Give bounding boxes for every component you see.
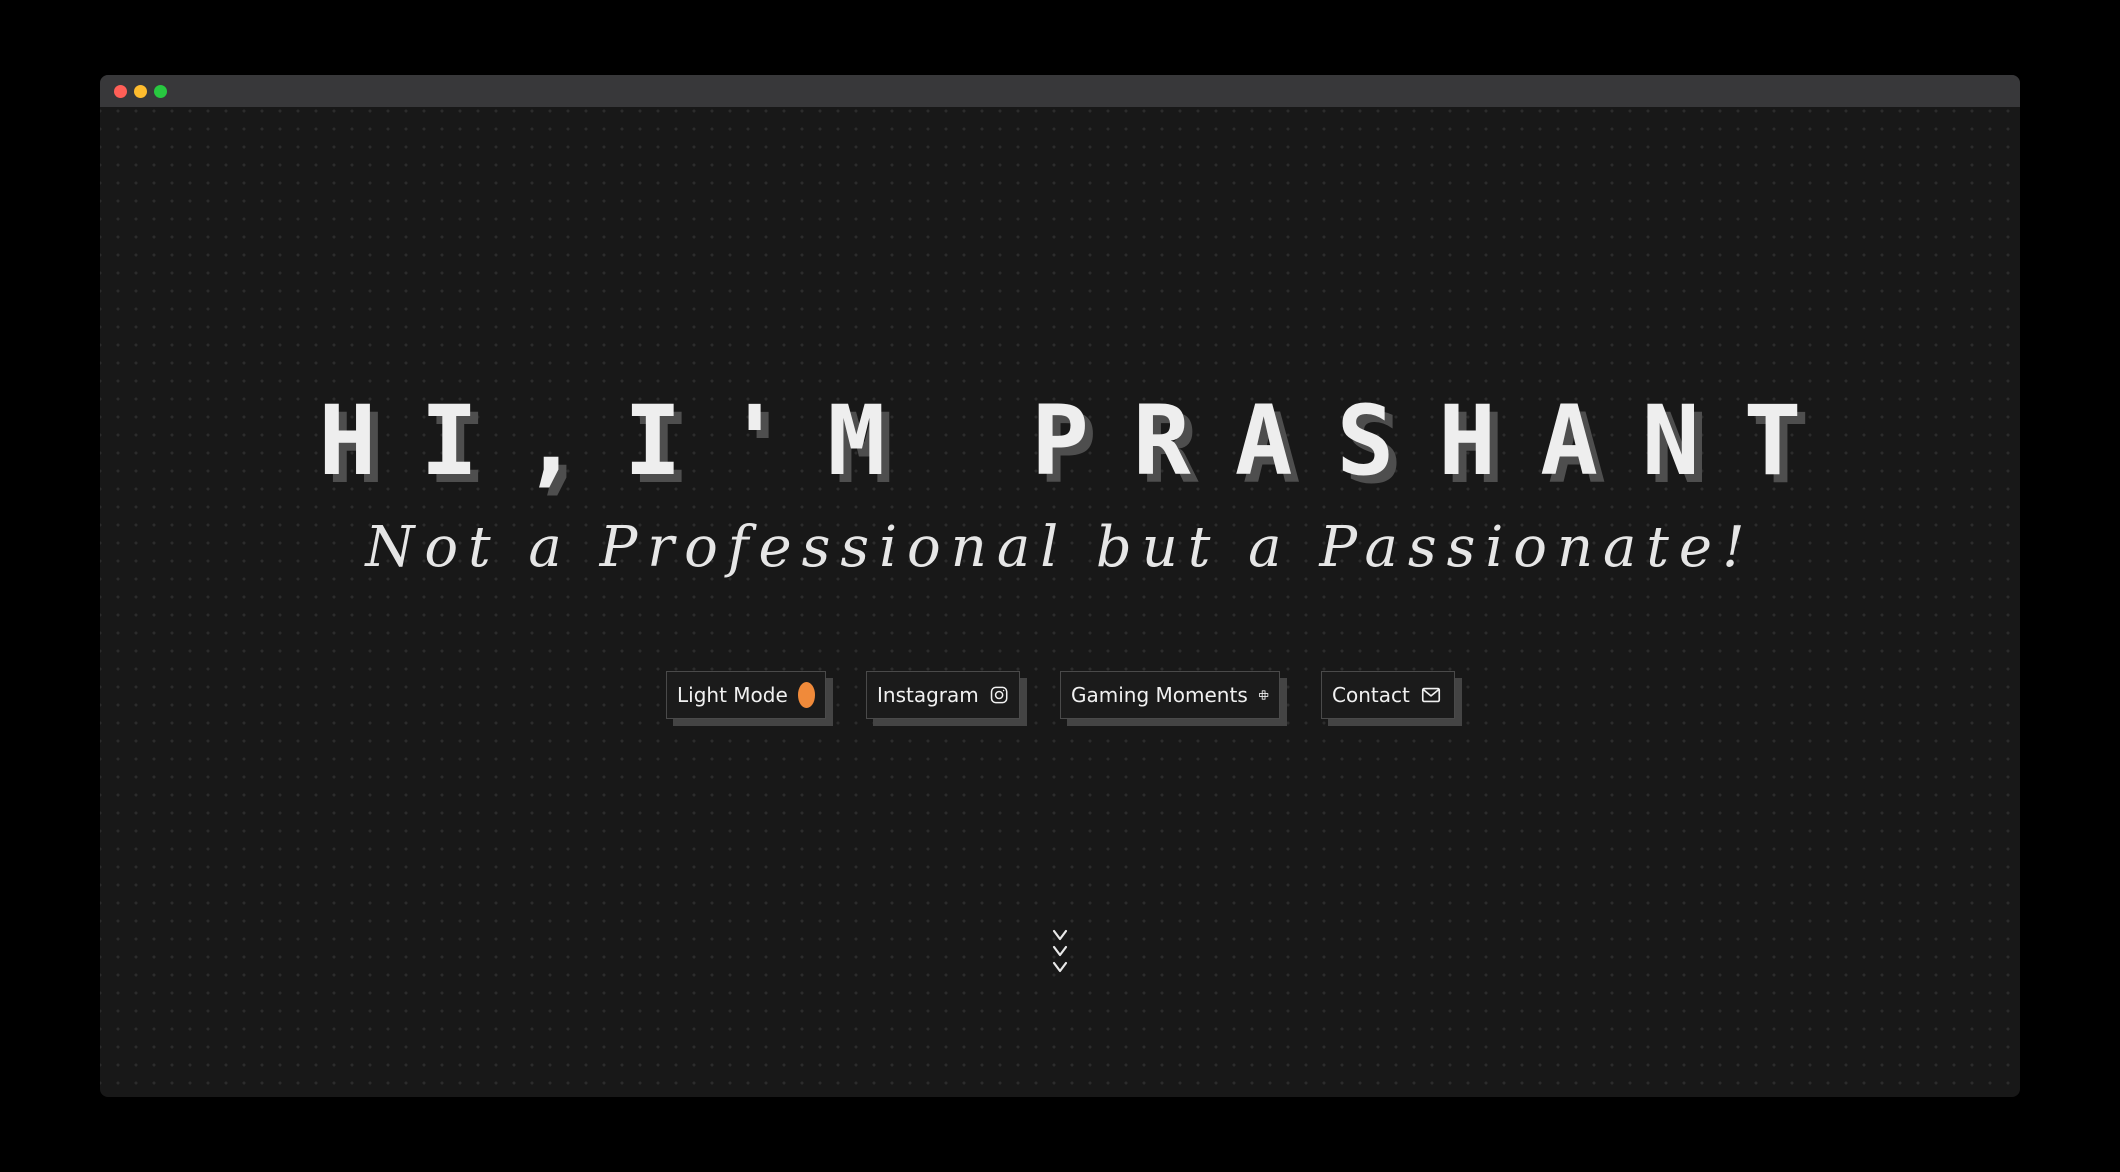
- light-mode-button[interactable]: Light Mode: [666, 671, 826, 719]
- light-mode-label: Light Mode: [677, 683, 788, 707]
- instagram-button[interactable]: Instagram: [866, 671, 1020, 719]
- close-window-button[interactable]: [114, 85, 127, 98]
- gamepad-icon: [1258, 690, 1269, 700]
- minimize-window-button[interactable]: [134, 85, 147, 98]
- gaming-moments-button[interactable]: Gaming Moments: [1060, 671, 1280, 719]
- window-titlebar: [100, 75, 2020, 107]
- hero-subtitle: Not a Professional but a Passionate!: [365, 515, 1755, 580]
- gaming-moments-label: Gaming Moments: [1071, 683, 1248, 707]
- action-buttons: Light Mode Instagram Gaming Moments Cont…: [100, 671, 2020, 721]
- instagram-label: Instagram: [877, 683, 979, 707]
- hero-title: HI,I'M PRASHANT: [318, 385, 1846, 497]
- sun-icon: [797, 682, 815, 708]
- chevrons-down-icon[interactable]: [1046, 927, 1074, 979]
- instagram-icon: [990, 686, 1008, 704]
- contact-label: Contact: [1332, 683, 1410, 707]
- browser-window: HI,I'M PRASHANT Not a Professional but a…: [100, 75, 2020, 1097]
- mail-icon: [1421, 687, 1440, 703]
- screen-frame: HI,I'M PRASHANT Not a Professional but a…: [0, 0, 2120, 1172]
- contact-button[interactable]: Contact: [1321, 671, 1455, 719]
- maximize-window-button[interactable]: [154, 85, 167, 98]
